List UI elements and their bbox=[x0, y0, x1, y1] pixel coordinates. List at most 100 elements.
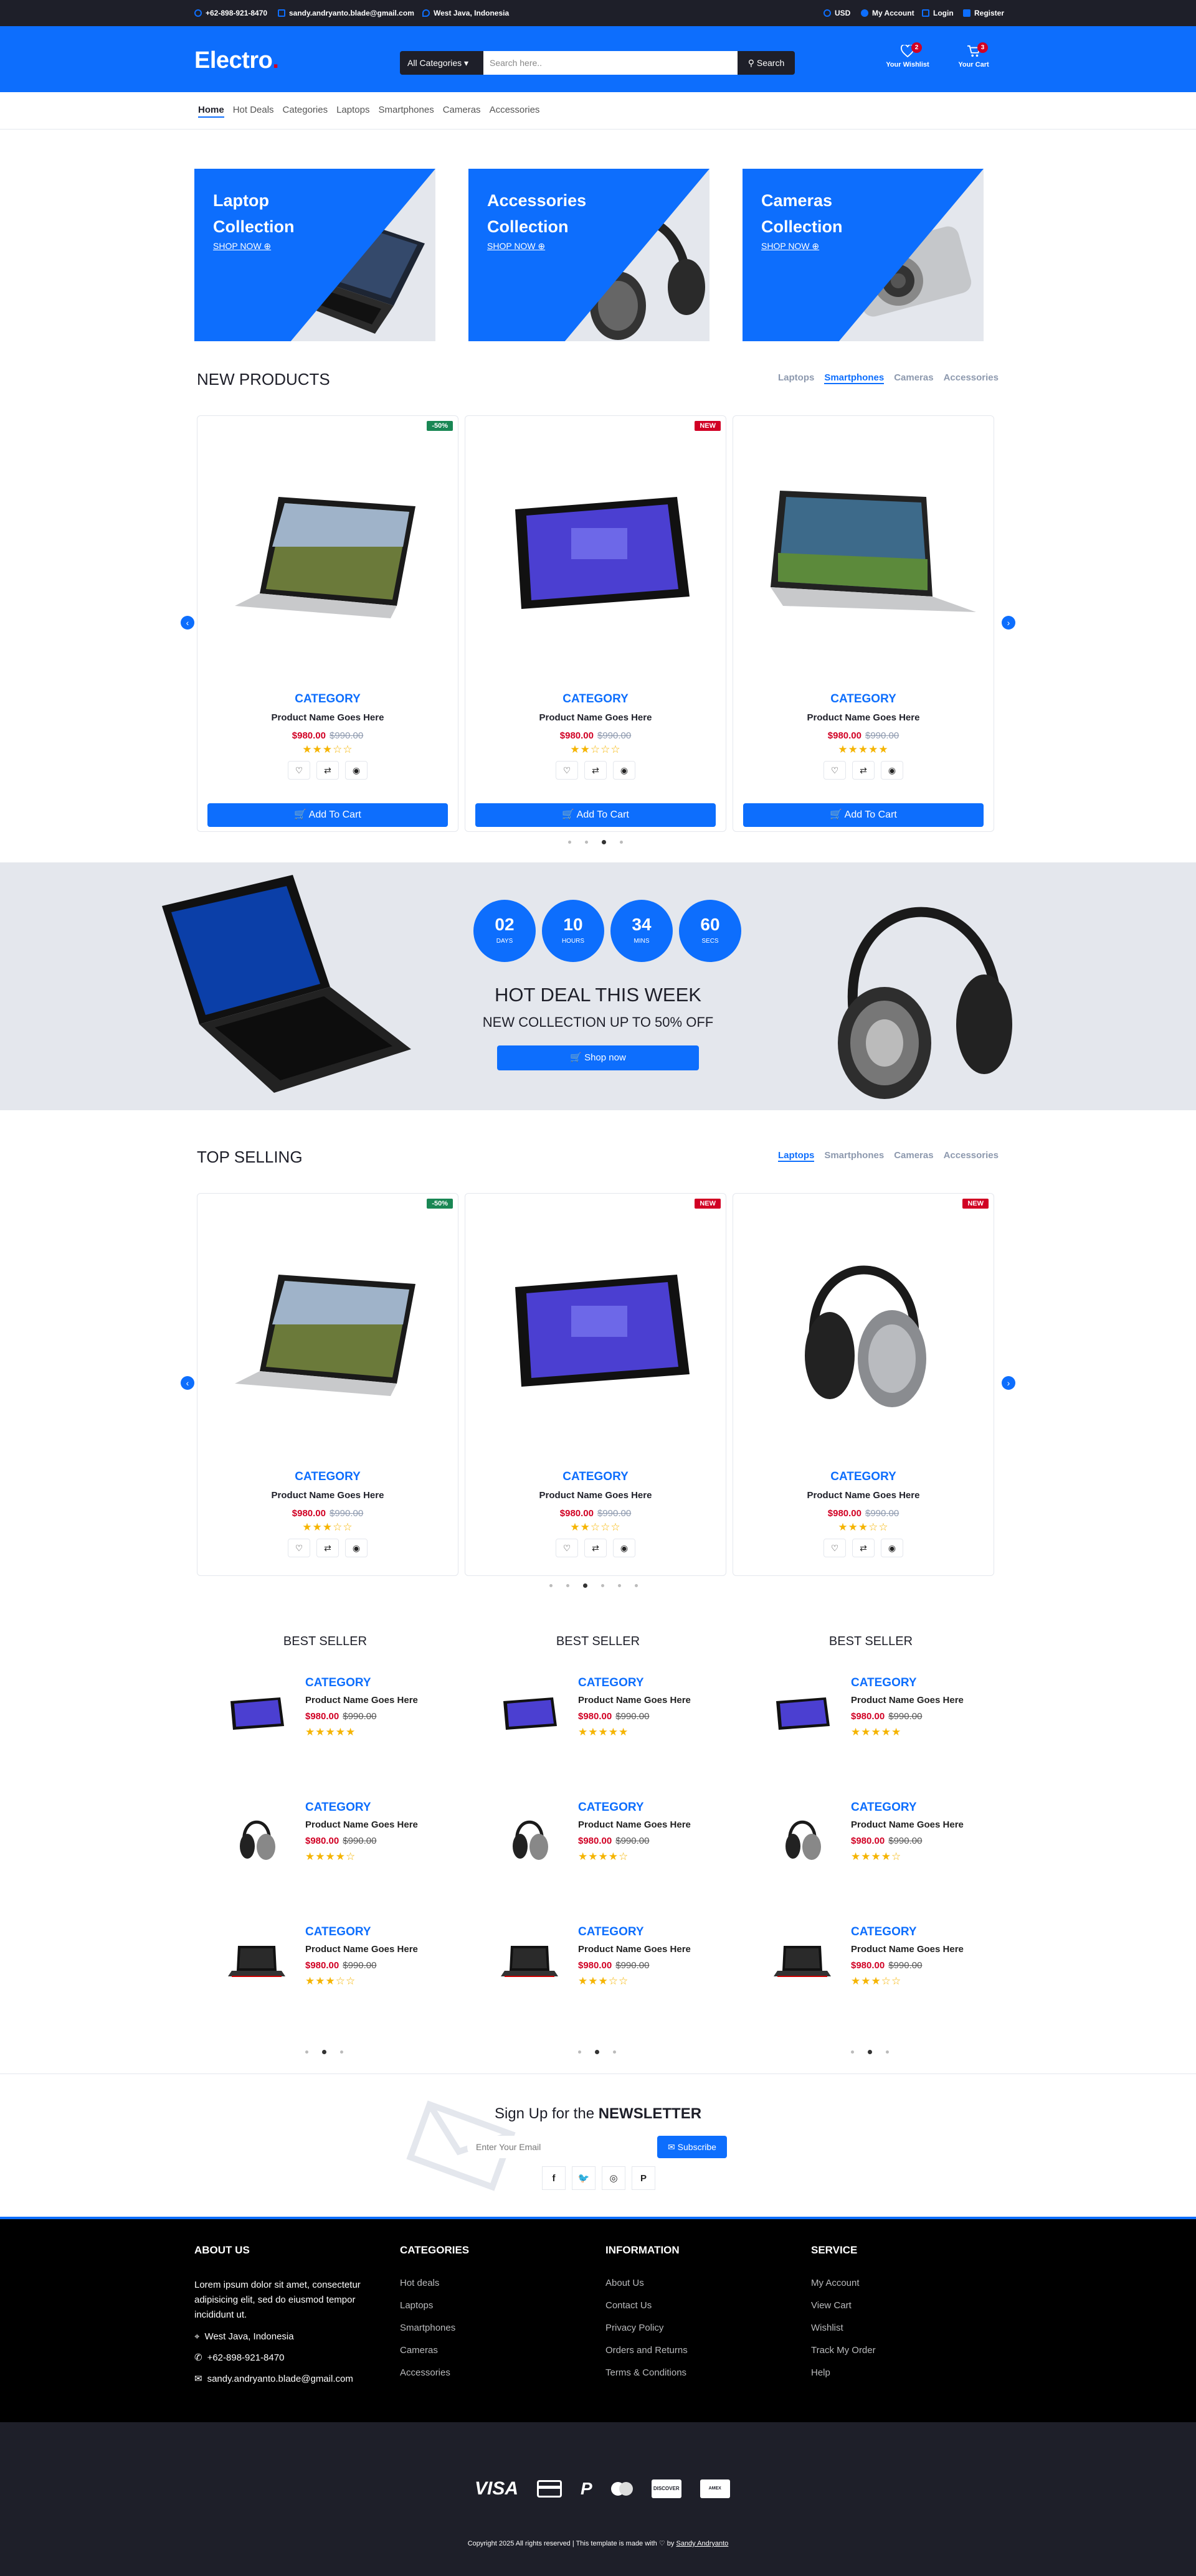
collection-banner-laptop[interactable]: Laptop Collection SHOP NOW ⊕ bbox=[194, 169, 435, 341]
quick-view-eye-icon[interactable]: ◉ bbox=[345, 1539, 368, 1557]
footer-link[interactable]: Wishlist bbox=[811, 2323, 998, 2333]
carousel-prev-button[interactable]: ‹ bbox=[181, 616, 194, 630]
product-name[interactable]: Product Name Goes Here bbox=[305, 1695, 418, 1706]
carousel-dots[interactable] bbox=[578, 2050, 616, 2054]
footer-link[interactable]: Laptops bbox=[400, 2300, 587, 2311]
login-link[interactable]: Login bbox=[922, 9, 954, 17]
my-account-link[interactable]: My Account bbox=[861, 9, 914, 17]
quick-view-eye-icon[interactable]: ◉ bbox=[881, 1539, 903, 1557]
wishlist-heart-icon[interactable]: ♡ bbox=[823, 761, 846, 780]
add-to-cart-button[interactable]: 🛒 Add To Cart bbox=[743, 803, 984, 827]
footer-link[interactable]: Track My Order bbox=[811, 2345, 998, 2356]
product-card[interactable]: -50% CATEGORY Product Name Goes Here $98… bbox=[197, 1193, 458, 1576]
tab-cameras[interactable]: Cameras bbox=[894, 1150, 933, 1162]
product-name[interactable]: Product Name Goes Here bbox=[305, 1944, 418, 1955]
footer-link[interactable]: Privacy Policy bbox=[605, 2323, 792, 2333]
footer-link[interactable]: Smartphones bbox=[400, 2323, 587, 2333]
wishlist-heart-icon[interactable]: ♡ bbox=[288, 761, 310, 780]
nav-hot-deals[interactable]: Hot Deals bbox=[233, 105, 274, 118]
product-name[interactable]: Product Name Goes Here bbox=[851, 1944, 964, 1955]
add-to-cart-button[interactable]: 🛒 Add To Cart bbox=[475, 803, 716, 827]
pinterest-icon[interactable]: P bbox=[632, 2166, 655, 2190]
compare-icon[interactable]: ⇄ bbox=[316, 761, 339, 780]
wishlist-button[interactable]: 2 Your Wishlist bbox=[880, 42, 936, 68]
carousel-dots[interactable] bbox=[851, 2050, 889, 2054]
best-seller-item[interactable]: CATEGORY Product Name Goes Here $980.00 $99… bbox=[740, 1918, 1002, 2005]
product-name[interactable]: Product Name Goes Here bbox=[305, 1819, 418, 1830]
best-seller-item[interactable]: CATEGORY Product Name Goes Here $980.00 $99… bbox=[740, 1793, 1002, 1880]
carousel-next-button[interactable]: › bbox=[1002, 616, 1015, 630]
product-name[interactable]: Product Name Goes Here bbox=[578, 1819, 691, 1830]
tab-smartphones[interactable]: Smartphones bbox=[824, 1150, 884, 1162]
quick-view-eye-icon[interactable]: ◉ bbox=[345, 761, 368, 780]
footer-link[interactable]: View Cart bbox=[811, 2300, 998, 2311]
footer-link[interactable]: Cameras bbox=[400, 2345, 587, 2356]
compare-icon[interactable]: ⇄ bbox=[584, 1539, 607, 1557]
footer-link[interactable]: My Account bbox=[811, 2278, 998, 2288]
tab-laptops[interactable]: Laptops bbox=[778, 372, 814, 384]
wishlist-heart-icon[interactable]: ♡ bbox=[556, 761, 578, 780]
logo[interactable]: Electro. bbox=[194, 47, 279, 74]
tab-smartphones[interactable]: Smartphones bbox=[824, 372, 885, 384]
product-name[interactable]: Product Name Goes Here bbox=[578, 1695, 691, 1706]
footer-link[interactable]: Orders and Returns bbox=[605, 2345, 792, 2356]
nav-smartphones[interactable]: Smartphones bbox=[378, 105, 434, 118]
best-seller-item[interactable]: CATEGORY Product Name Goes Here $980.00 $99… bbox=[467, 1918, 729, 2005]
search-button[interactable]: ⚲ Search bbox=[738, 51, 795, 75]
product-card[interactable]: NEW CATEGORY Product Name Goes Here $980… bbox=[465, 1193, 726, 1576]
quick-view-eye-icon[interactable]: ◉ bbox=[613, 761, 635, 780]
shop-now-link[interactable]: SHOP NOW ⊕ bbox=[213, 241, 271, 252]
compare-icon[interactable]: ⇄ bbox=[584, 761, 607, 780]
nav-home[interactable]: Home bbox=[198, 105, 224, 118]
best-seller-item[interactable]: CATEGORY Product Name Goes Here $980.00 $99… bbox=[467, 1793, 729, 1880]
footer-link[interactable]: Contact Us bbox=[605, 2300, 792, 2311]
compare-icon[interactable]: ⇄ bbox=[852, 761, 875, 780]
product-category[interactable]: CATEGORY bbox=[305, 1676, 371, 1690]
product-name[interactable]: Product Name Goes Here bbox=[851, 1695, 964, 1706]
subscribe-button[interactable]: ✉ Subscribe bbox=[657, 2136, 727, 2158]
footer-link[interactable]: Terms & Conditions bbox=[605, 2367, 792, 2378]
author-link[interactable]: Sandy Andryanto bbox=[676, 2540, 728, 2547]
category-select[interactable]: All Categories ▾ bbox=[400, 51, 483, 75]
tab-accessories[interactable]: Accessories bbox=[944, 1150, 999, 1162]
footer-link[interactable]: Hot deals bbox=[400, 2278, 587, 2288]
product-card[interactable]: CATEGORY Product Name Goes Here $980.00 $… bbox=[733, 415, 994, 832]
currency-selector[interactable]: USD bbox=[823, 9, 850, 17]
carousel-dots[interactable] bbox=[305, 2050, 343, 2054]
phone-contact[interactable]: +62-898-921-8470 bbox=[194, 9, 267, 17]
product-category[interactable]: CATEGORY bbox=[578, 1676, 644, 1690]
register-link[interactable]: Register bbox=[963, 9, 1004, 17]
shop-now-link[interactable]: SHOP NOW ⊕ bbox=[487, 241, 545, 252]
product-category[interactable]: CATEGORY bbox=[851, 1801, 917, 1814]
nav-accessories[interactable]: Accessories bbox=[490, 105, 540, 118]
carousel-next-button[interactable]: › bbox=[1002, 1376, 1015, 1390]
collection-banner-cameras[interactable]: Cameras Collection SHOP NOW ⊕ bbox=[743, 169, 984, 341]
product-category[interactable]: CATEGORY bbox=[851, 1676, 917, 1690]
product-name[interactable]: Product Name Goes Here bbox=[851, 1819, 964, 1830]
tab-accessories[interactable]: Accessories bbox=[944, 372, 999, 384]
twitter-icon[interactable]: 🐦 bbox=[572, 2166, 596, 2190]
carousel-prev-button[interactable]: ‹ bbox=[181, 1376, 194, 1390]
tab-cameras[interactable]: Cameras bbox=[894, 372, 933, 384]
compare-icon[interactable]: ⇄ bbox=[316, 1539, 339, 1557]
facebook-icon[interactable]: f bbox=[542, 2166, 566, 2190]
product-category[interactable]: CATEGORY bbox=[851, 1925, 917, 1939]
product-card[interactable]: NEW CATEGORY Product Name Goes Here $980… bbox=[733, 1193, 994, 1576]
product-category[interactable]: CATEGORY bbox=[305, 1801, 371, 1814]
product-card[interactable]: NEW CATEGORY Product Name Goes Here $980… bbox=[465, 415, 726, 832]
best-seller-item[interactable]: CATEGORY Product Name Goes Here $980.00 $99… bbox=[194, 1918, 456, 2005]
best-seller-item[interactable]: CATEGORY Product Name Goes Here $980.00 $99… bbox=[467, 1669, 729, 1756]
quick-view-eye-icon[interactable]: ◉ bbox=[613, 1539, 635, 1557]
wishlist-heart-icon[interactable]: ♡ bbox=[823, 1539, 846, 1557]
product-category[interactable]: CATEGORY bbox=[305, 1925, 371, 1939]
shop-now-link[interactable]: SHOP NOW ⊕ bbox=[761, 241, 819, 252]
cart-button[interactable]: 3 Your Cart bbox=[946, 42, 1002, 68]
shop-now-button[interactable]: 🛒 Shop now bbox=[497, 1045, 699, 1070]
collection-banner-accessories[interactable]: Accessories Collection SHOP NOW ⊕ bbox=[468, 169, 710, 341]
carousel-dots[interactable] bbox=[568, 840, 623, 844]
carousel-dots[interactable] bbox=[549, 1583, 638, 1588]
email-input[interactable]: Enter Your Email bbox=[467, 2136, 657, 2158]
product-category[interactable]: CATEGORY bbox=[578, 1925, 644, 1939]
quick-view-eye-icon[interactable]: ◉ bbox=[881, 761, 903, 780]
instagram-icon[interactable]: ◎ bbox=[602, 2166, 625, 2190]
